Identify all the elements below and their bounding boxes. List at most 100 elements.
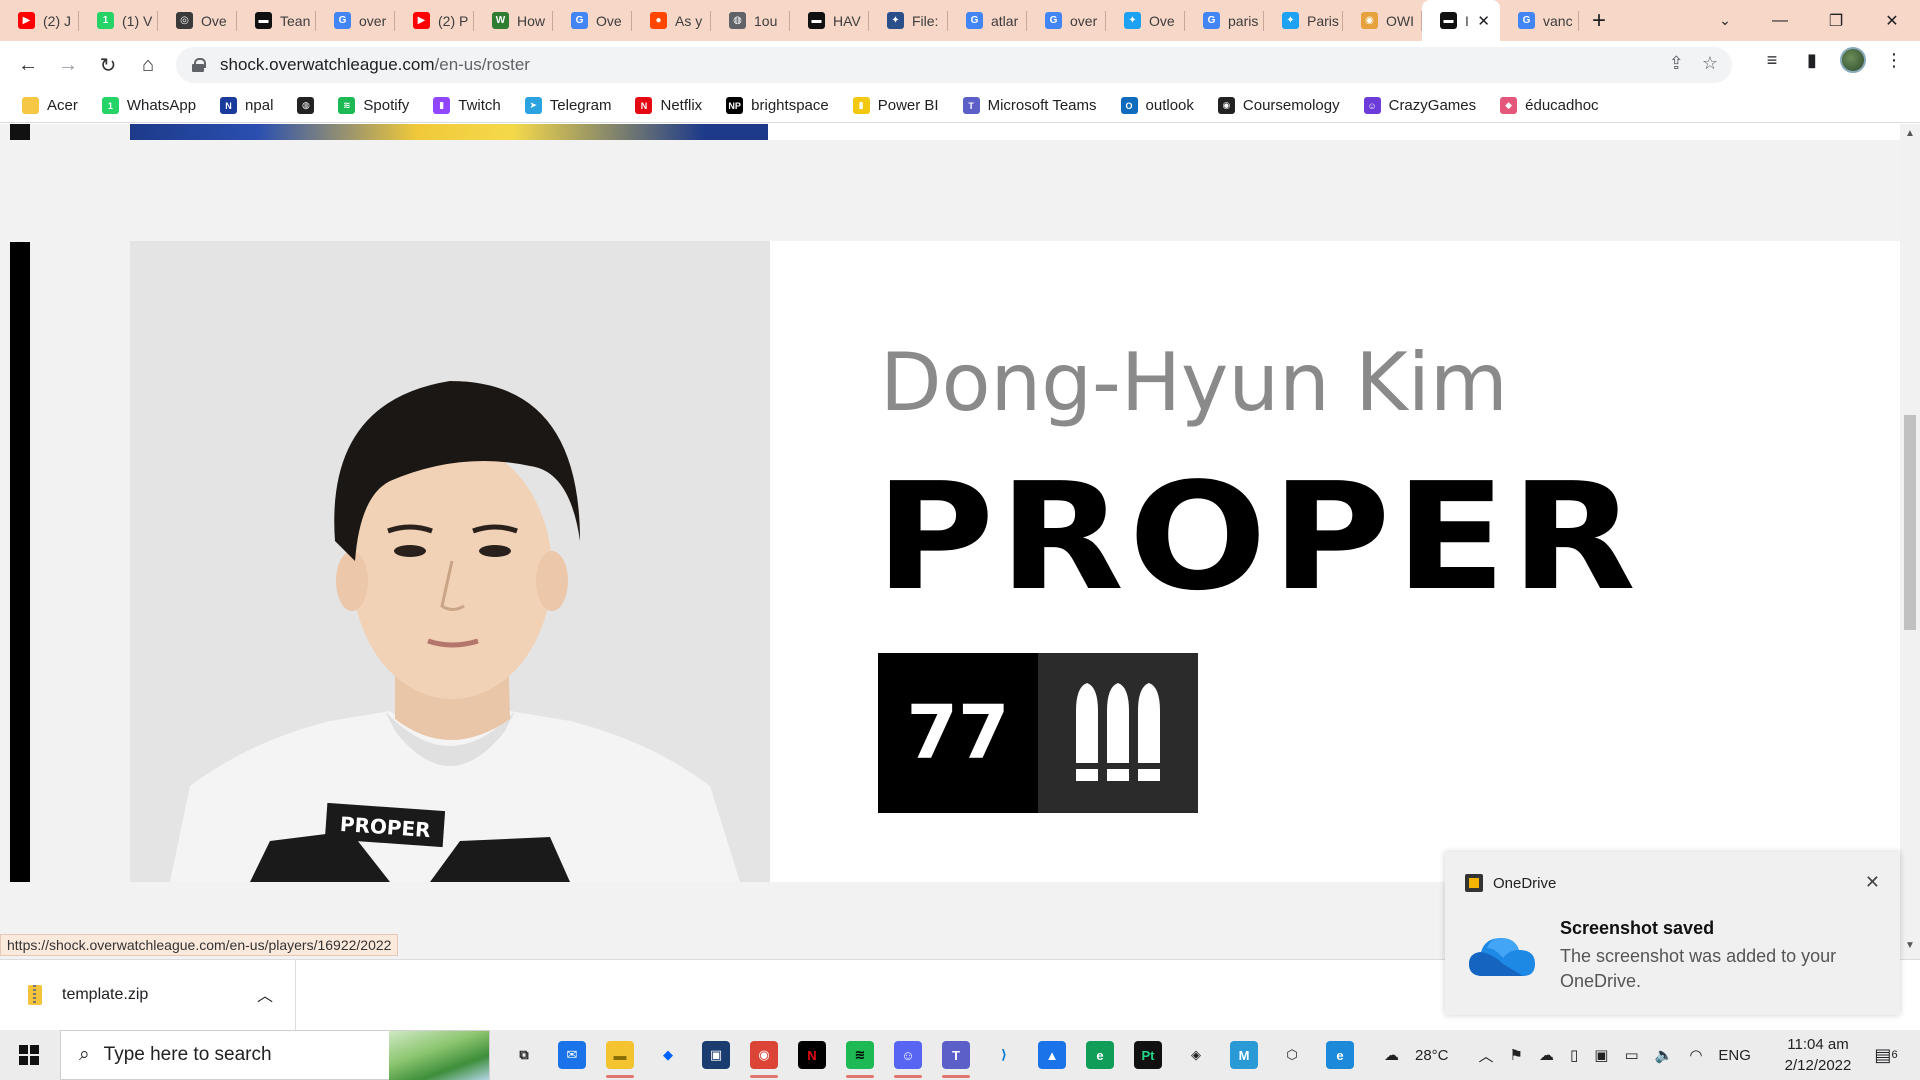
weather-icon[interactable]: ☁	[1376, 1046, 1407, 1064]
new-tab-button[interactable]: +	[1579, 0, 1619, 41]
previous-player-photo[interactable]	[130, 124, 768, 140]
tab[interactable]: 1 (1) V	[79, 0, 158, 41]
close-tab-icon[interactable]: ✕	[1477, 12, 1490, 30]
bookmark-item[interactable]: Acer	[22, 97, 78, 114]
taskbar-app[interactable]: T	[932, 1030, 980, 1080]
tab[interactable]: ◉ OWI	[1343, 0, 1422, 41]
address-bar[interactable]: shock.overwatchleague.com/en-us/roster ⇪…	[176, 47, 1732, 83]
tab-search-chevron-icon[interactable]: ⌄	[1705, 0, 1745, 41]
scroll-up-arrow-icon[interactable]: ▲	[1900, 128, 1920, 140]
tab[interactable]: Gover	[316, 0, 395, 41]
tab[interactable]: Gover	[1027, 0, 1106, 41]
network-alert-icon[interactable]: ⚑	[1502, 1046, 1531, 1064]
tab[interactable]: ✦ File:	[869, 0, 948, 41]
back-button[interactable]: ←	[8, 45, 48, 85]
bookmark-item[interactable]: N Netflix	[635, 97, 702, 114]
taskbar-app[interactable]: ⬡	[1268, 1030, 1316, 1080]
battery-icon[interactable]: ▭	[1616, 1046, 1646, 1064]
scroll-down-arrow-icon[interactable]: ▼	[1900, 940, 1920, 952]
bookmark-item[interactable]: T Microsoft Teams	[962, 97, 1097, 114]
taskbar-app[interactable]: ▬	[596, 1030, 644, 1080]
outlook-icon: O	[1120, 97, 1138, 114]
media-control-icon[interactable]: ≡	[1760, 48, 1784, 72]
taskbar-app[interactable]: M	[1220, 1030, 1268, 1080]
taskbar-app[interactable]: ◉	[740, 1030, 788, 1080]
share-icon[interactable]: ⇪	[1669, 53, 1684, 74]
tab[interactable]: Gatlar	[948, 0, 1027, 41]
np-icon: NP	[726, 97, 744, 114]
taskbar-app[interactable]: ⟩	[980, 1030, 1028, 1080]
scrollbar-thumb[interactable]	[1904, 415, 1916, 630]
tab[interactable]: ✦ Ove	[1106, 0, 1185, 41]
tab[interactable]: ● As y	[632, 0, 711, 41]
url-text[interactable]: shock.overwatchleague.com/en-us/roster	[220, 55, 530, 75]
bookmark-item[interactable]: Nnpal	[220, 97, 273, 114]
notification-center-icon[interactable]: ▤ 6	[1866, 1038, 1906, 1072]
bookmark-item[interactable]: ◆ éducadhoc	[1500, 97, 1599, 114]
tab[interactable]: ▶ (2) J	[0, 0, 79, 41]
taskbar-app[interactable]: ▲	[1028, 1030, 1076, 1080]
taskbar-app[interactable]: e	[1316, 1030, 1364, 1080]
tab[interactable]: ▬ HAV	[790, 0, 869, 41]
bookmark-item[interactable]: 1 WhatsApp	[101, 97, 196, 114]
chevron-up-icon[interactable]: ︿	[257, 982, 273, 1006]
taskbar-app[interactable]: Pt	[1124, 1030, 1172, 1080]
lock-icon[interactable]	[192, 58, 206, 72]
taskbar-app[interactable]: ◈	[1172, 1030, 1220, 1080]
tab[interactable]: ◍ 1ou	[711, 0, 790, 41]
bookmark-item[interactable]: ▮ Power BI	[852, 97, 939, 114]
taskbar-app[interactable]: ◆	[644, 1030, 692, 1080]
bookmark-item[interactable]: NP brightspace	[726, 97, 829, 114]
taskbar-app[interactable]: e	[1076, 1030, 1124, 1080]
tab[interactable]: W How	[474, 0, 553, 41]
language-indicator[interactable]: ENG	[1710, 1047, 1759, 1064]
bookmark-item[interactable]: ☺ CrazyGames	[1363, 97, 1476, 114]
taskbar-app[interactable]: ≋	[836, 1030, 884, 1080]
wifi-icon[interactable]: ◠	[1681, 1046, 1710, 1064]
tab[interactable]: Gvanc	[1500, 0, 1579, 41]
bookmark-item[interactable]: ➤ Telegram	[524, 97, 611, 114]
volume-icon[interactable]: 🔈	[1647, 1046, 1682, 1064]
taskbar-app[interactable]: ⧉	[500, 1030, 548, 1080]
taskbar-app[interactable]: ✉	[548, 1030, 596, 1080]
tab[interactable]: ▬ Tean	[237, 0, 316, 41]
bookmark-item[interactable]: ▮ Twitch	[433, 97, 501, 114]
player-card[interactable]: PROPER Dong-Hyun Kim PROPER 77	[130, 241, 1900, 882]
reload-button[interactable]: ↻	[88, 45, 128, 85]
tab-active[interactable]: ▬ I ✕	[1422, 0, 1500, 41]
start-button[interactable]	[0, 1030, 58, 1080]
onedrive-toast[interactable]: OneDrive ✕ Screenshot saved The screensh…	[1445, 852, 1900, 1015]
player-photo[interactable]: PROPER	[130, 241, 770, 882]
system-clock[interactable]: 11:04 am 2/12/2022	[1772, 1034, 1864, 1076]
taskbar-search-box[interactable]: ⌕ Type here to search	[60, 1030, 490, 1080]
bookmark-item[interactable]: ◍	[297, 97, 315, 114]
tab-title: (2) P	[438, 12, 469, 29]
taskbar-app[interactable]: ☺	[884, 1030, 932, 1080]
tab[interactable]: ◎ Ove	[158, 0, 237, 41]
download-item[interactable]: template.zip ︿	[0, 960, 296, 1030]
weather-temp[interactable]: 28°C	[1407, 1047, 1457, 1064]
menu-kebab-icon[interactable]: ⋮	[1882, 48, 1906, 72]
home-button[interactable]: ⌂	[128, 45, 168, 85]
minimize-button[interactable]: —	[1752, 0, 1808, 41]
profile-avatar[interactable]	[1840, 47, 1866, 73]
security-icon[interactable]: ▣	[1586, 1046, 1616, 1064]
tab[interactable]: ✦ Paris	[1264, 0, 1343, 41]
tab[interactable]: G Ove	[553, 0, 632, 41]
taskbar-app[interactable]: ▣	[692, 1030, 740, 1080]
taskbar-app[interactable]: N	[788, 1030, 836, 1080]
side-panel-icon[interactable]: ▮	[1800, 48, 1824, 72]
bookmark-star-icon[interactable]: ☆	[1702, 53, 1718, 74]
tab[interactable]: Gparis	[1185, 0, 1264, 41]
close-window-button[interactable]: ✕	[1864, 0, 1920, 41]
tab[interactable]: ▶ (2) P	[395, 0, 474, 41]
device-icon[interactable]: ▯	[1562, 1046, 1586, 1064]
onedrive-tray-icon[interactable]: ☁	[1531, 1046, 1562, 1064]
bookmark-item[interactable]: ≋ Spotify	[338, 97, 409, 114]
restore-button[interactable]: ❐	[1808, 0, 1864, 41]
forward-button[interactable]: →	[48, 45, 88, 85]
close-icon[interactable]: ✕	[1865, 872, 1880, 893]
bookmark-item[interactable]: ◉ Coursemology	[1217, 97, 1340, 114]
show-hidden-icons-chevron-icon[interactable]: ︿	[1471, 1045, 1502, 1066]
bookmark-item[interactable]: Ooutlook	[1120, 97, 1194, 114]
